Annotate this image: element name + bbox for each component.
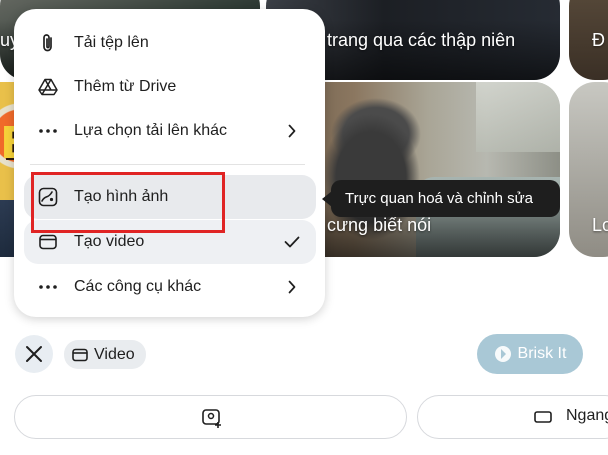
close-icon — [26, 346, 42, 362]
menu-item-label: Tạo hình ảnh — [74, 188, 169, 205]
menu-item-more-upload-options[interactable]: Lựa chọn tải lên khác — [24, 109, 316, 153]
menu-item-create-image[interactable]: Tạo hình ảnh — [24, 175, 316, 219]
menu-item-label: Thêm từ Drive — [74, 78, 177, 95]
card-caption-right: Lo — [592, 215, 608, 235]
chevron-right-icon — [282, 277, 302, 297]
upload-tools-menu: Tải tệp lên Thêm từ Drive Lựa chọn tải l… — [14, 9, 325, 317]
menu-item-label: Tải tệp lên — [74, 34, 149, 51]
brisk-it-button[interactable]: Brisk It — [477, 334, 583, 374]
more-dots-icon — [38, 121, 58, 141]
brisk-it-label: Brisk It — [517, 345, 567, 362]
aspect-ratio-label: Ngang — [566, 407, 608, 424]
menu-item-label: Các công cụ khác — [74, 278, 202, 295]
menu-item-create-video[interactable]: Tạo video — [24, 220, 316, 264]
brisk-icon — [494, 346, 511, 362]
drive-icon — [38, 77, 58, 97]
menu-divider — [30, 164, 305, 165]
tooltip-text: Trực quan hoá và chỉnh sửa — [345, 190, 533, 207]
paperclip-icon — [38, 33, 58, 53]
add-image-pill[interactable] — [14, 395, 407, 439]
aspect-ratio-pill[interactable]: Ngang — [417, 395, 608, 439]
tooltip: Trực quan hoá và chỉnh sửa — [331, 180, 560, 217]
close-button[interactable] — [15, 335, 53, 373]
menu-item-add-from-drive[interactable]: Thêm từ Drive — [24, 65, 316, 109]
video-chip-label: Video — [94, 345, 135, 363]
image-add-icon — [202, 409, 221, 428]
card-caption-talking-pet: cưng biết nói — [327, 215, 432, 235]
card-caption-top-right: Đ — [592, 30, 605, 50]
chevron-right-icon — [282, 121, 302, 141]
menu-item-upload-file[interactable]: Tải tệp lên — [24, 21, 316, 65]
image-create-icon — [38, 187, 58, 207]
video-chip[interactable]: Video — [64, 340, 146, 369]
menu-item-label: Tạo video — [74, 233, 145, 250]
check-icon — [282, 232, 302, 252]
landscape-icon — [534, 411, 552, 423]
video-icon — [72, 348, 88, 361]
more-dots-icon — [38, 277, 58, 297]
menu-item-label: Lựa chọn tải lên khác — [74, 122, 228, 139]
video-icon — [38, 232, 58, 252]
card-caption-decades: trang qua các thập niên — [327, 30, 516, 50]
window-shape — [476, 82, 560, 152]
menu-item-other-tools[interactable]: Các công cụ khác — [24, 265, 316, 309]
